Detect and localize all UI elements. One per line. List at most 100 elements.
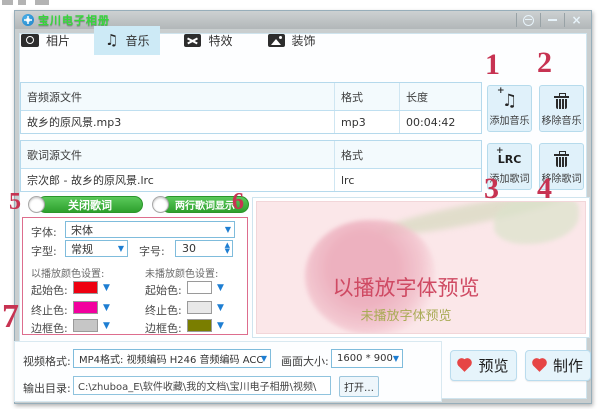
unplayed-end-swatch[interactable] bbox=[187, 301, 212, 314]
spinner-arrows: ▲ ▼ bbox=[225, 242, 230, 255]
picture-icon bbox=[268, 34, 285, 47]
screen-size-label: 画面大小: bbox=[281, 353, 329, 369]
output-dir-label: 输出目录: bbox=[23, 380, 71, 396]
font-style-label: 字型: bbox=[31, 243, 57, 259]
chevron-down-icon[interactable]: ▼ bbox=[103, 304, 110, 313]
audio-table-header: 音频源文件 格式 长度 bbox=[21, 83, 481, 110]
minimize-icon bbox=[548, 19, 557, 21]
skin-icon bbox=[523, 15, 534, 26]
played-end-label: 终止色: bbox=[31, 302, 68, 318]
annotation-6: 6 bbox=[232, 190, 244, 214]
clipped-desktop-text bbox=[2, 0, 60, 5]
add-music-label: 添加音乐 bbox=[490, 116, 530, 128]
audio-table-row[interactable]: 故乡的原风景.mp3 mp3 00:04:42 bbox=[21, 110, 481, 133]
font-size-spinner[interactable]: 30 ▲ ▼ bbox=[175, 240, 233, 257]
two-line-lyrics-radio[interactable] bbox=[152, 196, 169, 213]
rose-leaf-image bbox=[494, 201, 579, 244]
chevron-down-icon[interactable]: ▼ bbox=[217, 284, 224, 293]
unplayed-border-swatch[interactable] bbox=[187, 319, 212, 332]
lyrics-header-format: 格式 bbox=[334, 141, 481, 168]
open-dir-button[interactable]: 打开… bbox=[339, 376, 379, 397]
close-icon: × bbox=[571, 14, 581, 26]
unplayed-end-label: 终止色: bbox=[145, 302, 182, 318]
audio-header-file: 音频源文件 bbox=[21, 83, 334, 110]
preview-button-label: 预览 bbox=[478, 355, 508, 376]
tab-bar: 相片 ♫ 音乐 特效 装饰 bbox=[10, 26, 327, 55]
remove-music-label: 移除音乐 bbox=[542, 116, 582, 128]
audio-header-length: 长度 bbox=[399, 83, 481, 110]
tab-photos[interactable]: 相片 bbox=[10, 26, 81, 55]
tab-photos-label: 相片 bbox=[46, 32, 70, 49]
played-end-swatch[interactable] bbox=[73, 301, 98, 314]
skin-menu-button[interactable] bbox=[516, 13, 540, 27]
annotation-1: 1 bbox=[485, 50, 500, 80]
font-size-label: 字号: bbox=[139, 243, 165, 259]
played-start-label: 起始色: bbox=[31, 282, 68, 298]
close-lyrics-label: 关闭歌词 bbox=[68, 197, 112, 213]
trash-icon bbox=[556, 99, 567, 109]
tab-decoration-label: 装饰 bbox=[292, 32, 316, 49]
unplayed-colors-title: 未播放颜色设置: bbox=[145, 265, 218, 280]
screenshot-stage: 宝川电子相册 × 相片 ♫ 音乐 特效 装饰 音频源文件 bbox=[0, 0, 600, 409]
audio-file-length: 00:04:42 bbox=[399, 111, 481, 133]
screen-size-select[interactable]: 1600 * 900 ▼ bbox=[331, 349, 403, 368]
music-note-icon: ♫ bbox=[105, 34, 118, 47]
remove-music-button[interactable]: 移除音乐 bbox=[539, 85, 584, 132]
camera-icon bbox=[21, 34, 39, 47]
close-lyrics-toggle[interactable]: 关闭歌词 bbox=[37, 196, 143, 213]
tab-music-label: 音乐 bbox=[125, 32, 149, 49]
chevron-down-icon[interactable]: ▼ bbox=[217, 322, 224, 331]
chevron-down-icon[interactable]: ▼ bbox=[217, 304, 224, 313]
add-lyrics-icon: + LRC bbox=[488, 144, 531, 174]
minimize-button[interactable] bbox=[540, 13, 564, 27]
close-lyrics-radio[interactable] bbox=[28, 196, 45, 213]
unplayed-font-preview-text: 未播放字体预览 bbox=[257, 305, 555, 324]
lyrics-file-format: lrc bbox=[334, 169, 481, 191]
lyrics-table: 歌词源文件 格式 宗次郎 - 故乡的原风景.lrc lrc bbox=[20, 140, 482, 192]
audio-table: 音频源文件 格式 长度 故乡的原风景.mp3 mp3 00:04:42 bbox=[20, 82, 482, 134]
two-line-lyrics-label: 两行歌词显示 bbox=[175, 197, 235, 212]
scissors-icon bbox=[184, 34, 201, 47]
output-dir-input[interactable]: C:\zhuboa_E\软件收藏\我的文档\宝川电子相册\视频\ bbox=[73, 376, 331, 395]
output-settings-panel: 视频格式: MP4格式: 视频编码 H246 音频编码 ACC ▼ 画面大小: … bbox=[14, 341, 442, 402]
remove-music-icon bbox=[540, 86, 583, 116]
annotation-2: 2 bbox=[537, 48, 552, 78]
chevron-down-icon[interactable]: ▼ bbox=[103, 322, 110, 331]
remove-lyrics-icon bbox=[540, 144, 583, 174]
make-button[interactable]: 制作 bbox=[525, 350, 591, 381]
app-icon bbox=[22, 14, 34, 26]
font-family-label: 字体: bbox=[31, 224, 57, 240]
make-button-label: 制作 bbox=[553, 355, 583, 376]
preview-button[interactable]: 预览 bbox=[450, 350, 517, 381]
video-format-label: 视频格式: bbox=[23, 353, 71, 369]
chevron-down-icon[interactable]: ▼ bbox=[103, 284, 110, 293]
unplayed-start-swatch[interactable] bbox=[187, 281, 212, 294]
chevron-down-icon: ▼ bbox=[118, 245, 124, 253]
font-settings-panel: 字体: 宋体 ▼ 字型: 常规 ▼ 字号: 30 ▲ ▼ 以播放颜色设置: 未播… bbox=[22, 217, 248, 335]
chevron-down-icon: ▼ bbox=[393, 355, 399, 363]
audio-file-name: 故乡的原风景.mp3 bbox=[21, 111, 334, 133]
tab-effects[interactable]: 特效 bbox=[173, 26, 243, 55]
add-music-button[interactable]: + ♫ 添加音乐 bbox=[487, 85, 532, 132]
played-font-preview-text: 以播放字体预览 bbox=[257, 272, 555, 302]
annotation-3: 3 bbox=[484, 174, 499, 204]
played-border-swatch[interactable] bbox=[73, 319, 98, 332]
video-format-select[interactable]: MP4格式: 视频编码 H246 音频编码 ACC ▼ bbox=[73, 349, 271, 368]
chevron-down-icon: ▼ bbox=[261, 355, 267, 363]
font-family-select[interactable]: 宋体 ▼ bbox=[65, 221, 235, 238]
annotation-7: 7 bbox=[2, 300, 19, 334]
lyrics-table-row[interactable]: 宗次郎 - 故乡的原风景.lrc lrc bbox=[21, 168, 481, 191]
chevron-down-icon: ▼ bbox=[225, 226, 231, 234]
tab-decoration[interactable]: 装饰 bbox=[257, 26, 327, 55]
unplayed-start-label: 起始色: bbox=[145, 282, 182, 298]
add-music-icon: + ♫ bbox=[488, 86, 531, 116]
spin-down-icon[interactable]: ▼ bbox=[225, 249, 230, 255]
close-button[interactable]: × bbox=[564, 13, 588, 27]
lyrics-header-file: 歌词源文件 bbox=[21, 141, 334, 168]
font-style-select[interactable]: 常规 ▼ bbox=[65, 240, 128, 257]
played-start-swatch[interactable] bbox=[73, 281, 98, 294]
audio-file-format: mp3 bbox=[334, 111, 399, 133]
tab-music[interactable]: ♫ 音乐 bbox=[94, 26, 160, 55]
unplayed-border-label: 边框色: bbox=[145, 320, 182, 336]
heart-icon bbox=[533, 359, 546, 372]
